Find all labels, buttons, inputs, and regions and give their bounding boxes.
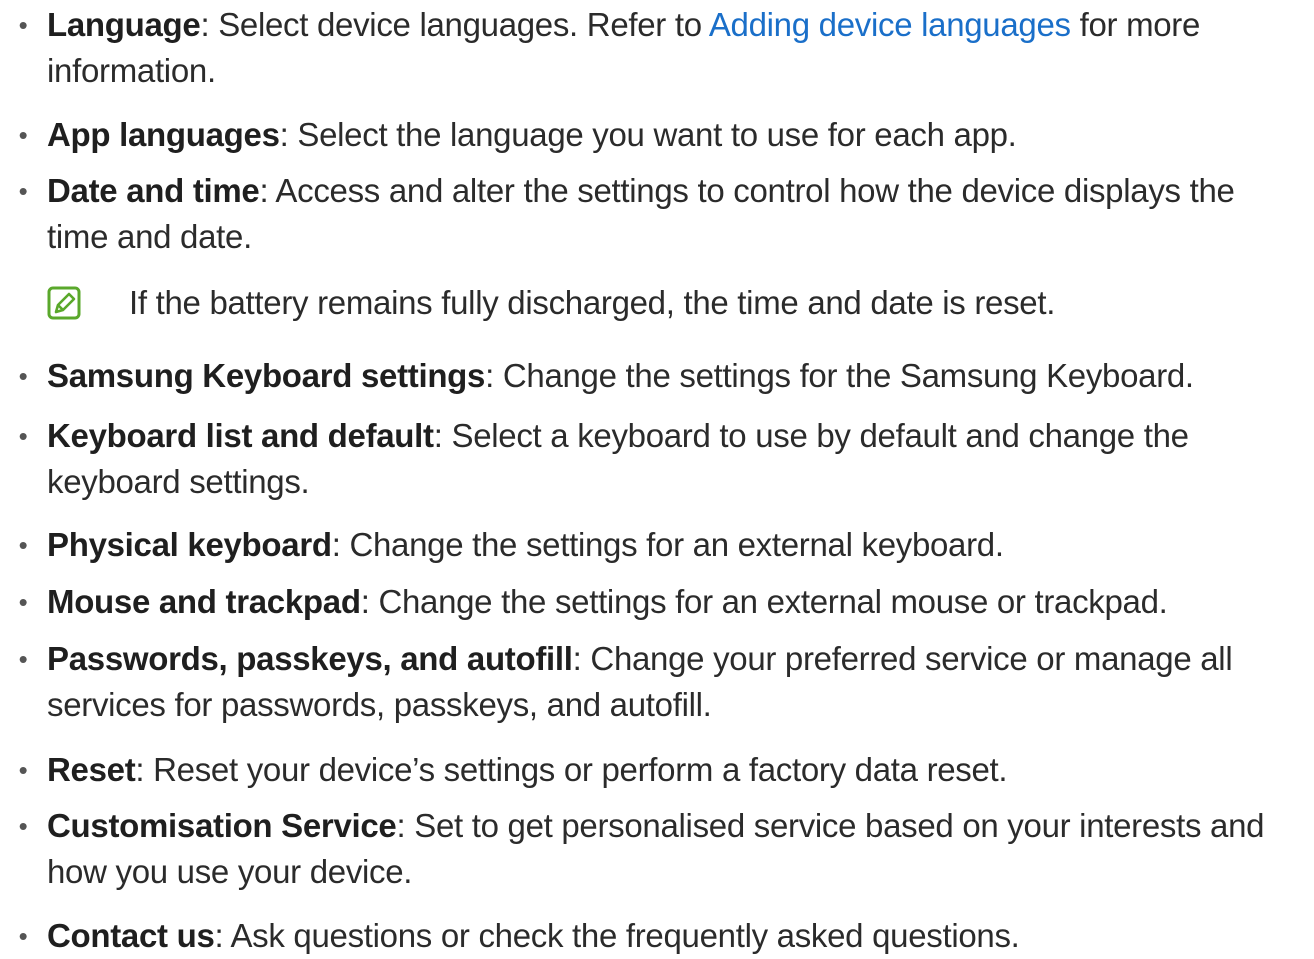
list-item-text: Passwords, passkeys, and autofill: Chang… xyxy=(47,636,1314,728)
bullet: • xyxy=(18,361,28,391)
description-text: Change the settings for the Samsung Keyb… xyxy=(502,357,1194,394)
term-separator: : xyxy=(360,583,379,620)
term-label: App languages xyxy=(47,116,280,153)
bullet: • xyxy=(18,120,28,150)
term-label: Reset xyxy=(47,751,136,788)
term-separator: : xyxy=(331,526,350,563)
description-text: Change the settings for an external keyb… xyxy=(349,526,1004,563)
bullet: • xyxy=(18,755,28,785)
description-text: Set to get personalised service based on… xyxy=(414,807,1265,844)
description-text: Change your preferred service or manage … xyxy=(590,640,1233,677)
term-label: Customisation Service xyxy=(47,807,397,844)
term-label: Keyboard list and default xyxy=(47,417,434,454)
bullet: • xyxy=(18,811,28,841)
term-separator: : xyxy=(396,807,415,844)
list-item-text: Keyboard list and default: Select a keyb… xyxy=(47,413,1314,505)
bullet: • xyxy=(18,176,28,206)
term-separator: : xyxy=(433,417,452,454)
term-label: Physical keyboard xyxy=(47,526,332,563)
bullet: • xyxy=(18,644,28,674)
list-item-text: App languages: Select the language you w… xyxy=(47,112,1314,158)
term-separator: : xyxy=(485,357,503,394)
term-separator: : xyxy=(259,172,276,209)
note-pencil-icon xyxy=(47,286,81,320)
description-line-2: how you use your device. xyxy=(47,853,413,890)
list-item-text: Contact us: Ask questions or check the f… xyxy=(47,913,1314,959)
bullet: • xyxy=(18,587,28,617)
description-line-2: keyboard settings. xyxy=(47,463,310,500)
description-text: Ask questions or check the frequently as… xyxy=(230,917,1020,954)
term-label: Language xyxy=(47,6,201,43)
term-separator: : xyxy=(279,116,298,153)
term-label: Passwords, passkeys, and autofill xyxy=(47,640,573,677)
bullet: • xyxy=(18,421,28,451)
term-separator: : xyxy=(572,640,591,677)
list-item-text: Customisation Service: Set to get person… xyxy=(47,803,1314,895)
list-item-text: Language: Select device languages. Refer… xyxy=(47,2,1314,94)
term-separator: : xyxy=(214,917,231,954)
term-label: Mouse and trackpad xyxy=(47,583,361,620)
bullet: • xyxy=(18,530,28,560)
list-item-text: Physical keyboard: Change the settings f… xyxy=(47,522,1314,568)
description-text: Select a keyboard to use by default and … xyxy=(451,417,1189,454)
bullet: • xyxy=(18,921,28,951)
term-label: Date and time xyxy=(47,172,260,209)
term-separator: : xyxy=(200,6,219,43)
bullet: • xyxy=(18,10,28,40)
description-text: Reset your device’s settings or perform … xyxy=(153,751,1008,788)
description-text: Access and alter the settings to control… xyxy=(275,172,1235,209)
description-line-2: services for passwords, passkeys, and au… xyxy=(47,686,712,723)
description-text-continued: for more xyxy=(1070,6,1201,43)
description-text: Select the language you want to use for … xyxy=(297,116,1017,153)
list-item-text: Mouse and trackpad: Change the settings … xyxy=(47,579,1314,625)
settings-description-list: • Language: Select device languages. Ref… xyxy=(0,0,1314,954)
description-text: Select device languages. Refer to xyxy=(218,6,709,43)
list-item-text: Date and time: Access and alter the sett… xyxy=(47,168,1314,260)
description-line-2: time and date. xyxy=(47,218,252,255)
note-text: If the battery remains fully discharged,… xyxy=(129,284,1056,321)
term-label: Contact us xyxy=(47,917,215,954)
adding-device-languages-link[interactable]: Adding device languages xyxy=(709,6,1071,43)
list-item-text: Samsung Keyboard settings: Change the se… xyxy=(47,353,1314,399)
term-label: Samsung Keyboard settings xyxy=(47,357,486,394)
description-line-2: information. xyxy=(47,52,216,89)
description-text: Change the settings for an external mous… xyxy=(378,583,1168,620)
term-separator: : xyxy=(135,751,154,788)
list-item-text: Reset: Reset your device’s settings or p… xyxy=(47,747,1314,793)
